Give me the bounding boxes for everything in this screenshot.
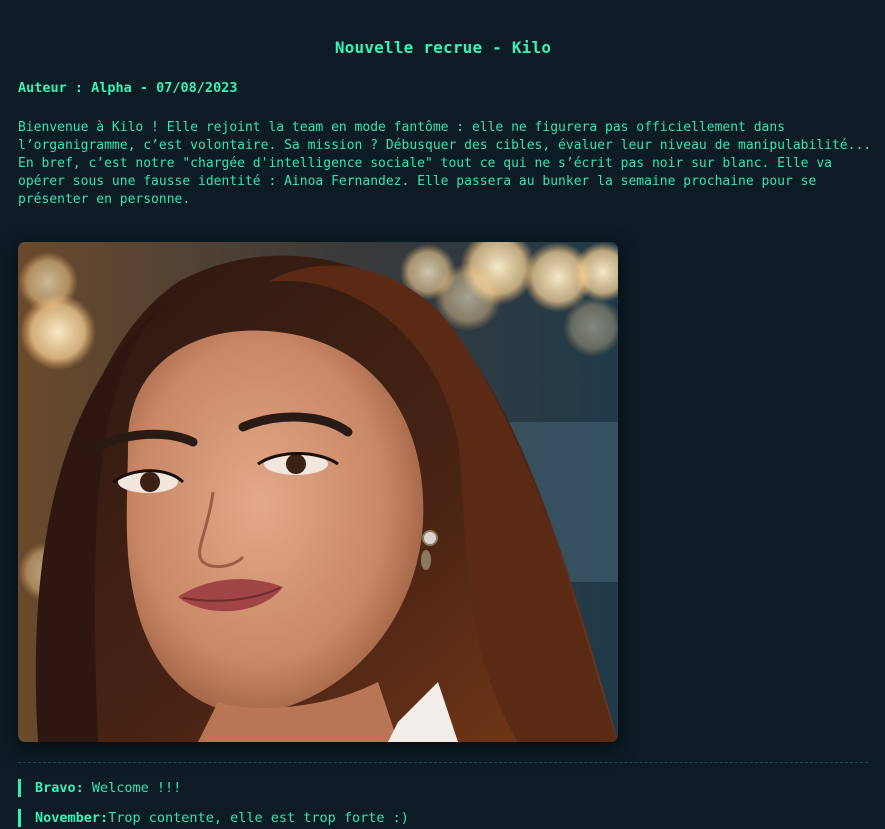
post-title: Nouvelle recrue - Kilo — [334, 38, 552, 57]
comment-text: Welcome !!! — [83, 780, 182, 796]
comment: Bravo: Welcome !!! — [18, 779, 181, 797]
comments-divider — [18, 762, 868, 763]
comment: November:Trop contente, elle est trop fo… — [18, 809, 409, 827]
post-body: Bienvenue à Kilo ! Elle rejoint la team … — [18, 120, 872, 207]
comment-text: Trop contente, elle est trop forte :) — [108, 810, 409, 826]
post-meta: Auteur : Alpha - 07/08/2023 — [18, 80, 238, 96]
comment-author: Bravo: — [35, 780, 84, 796]
comment-author: November: — [35, 810, 109, 826]
portrait-photo — [18, 242, 618, 742]
